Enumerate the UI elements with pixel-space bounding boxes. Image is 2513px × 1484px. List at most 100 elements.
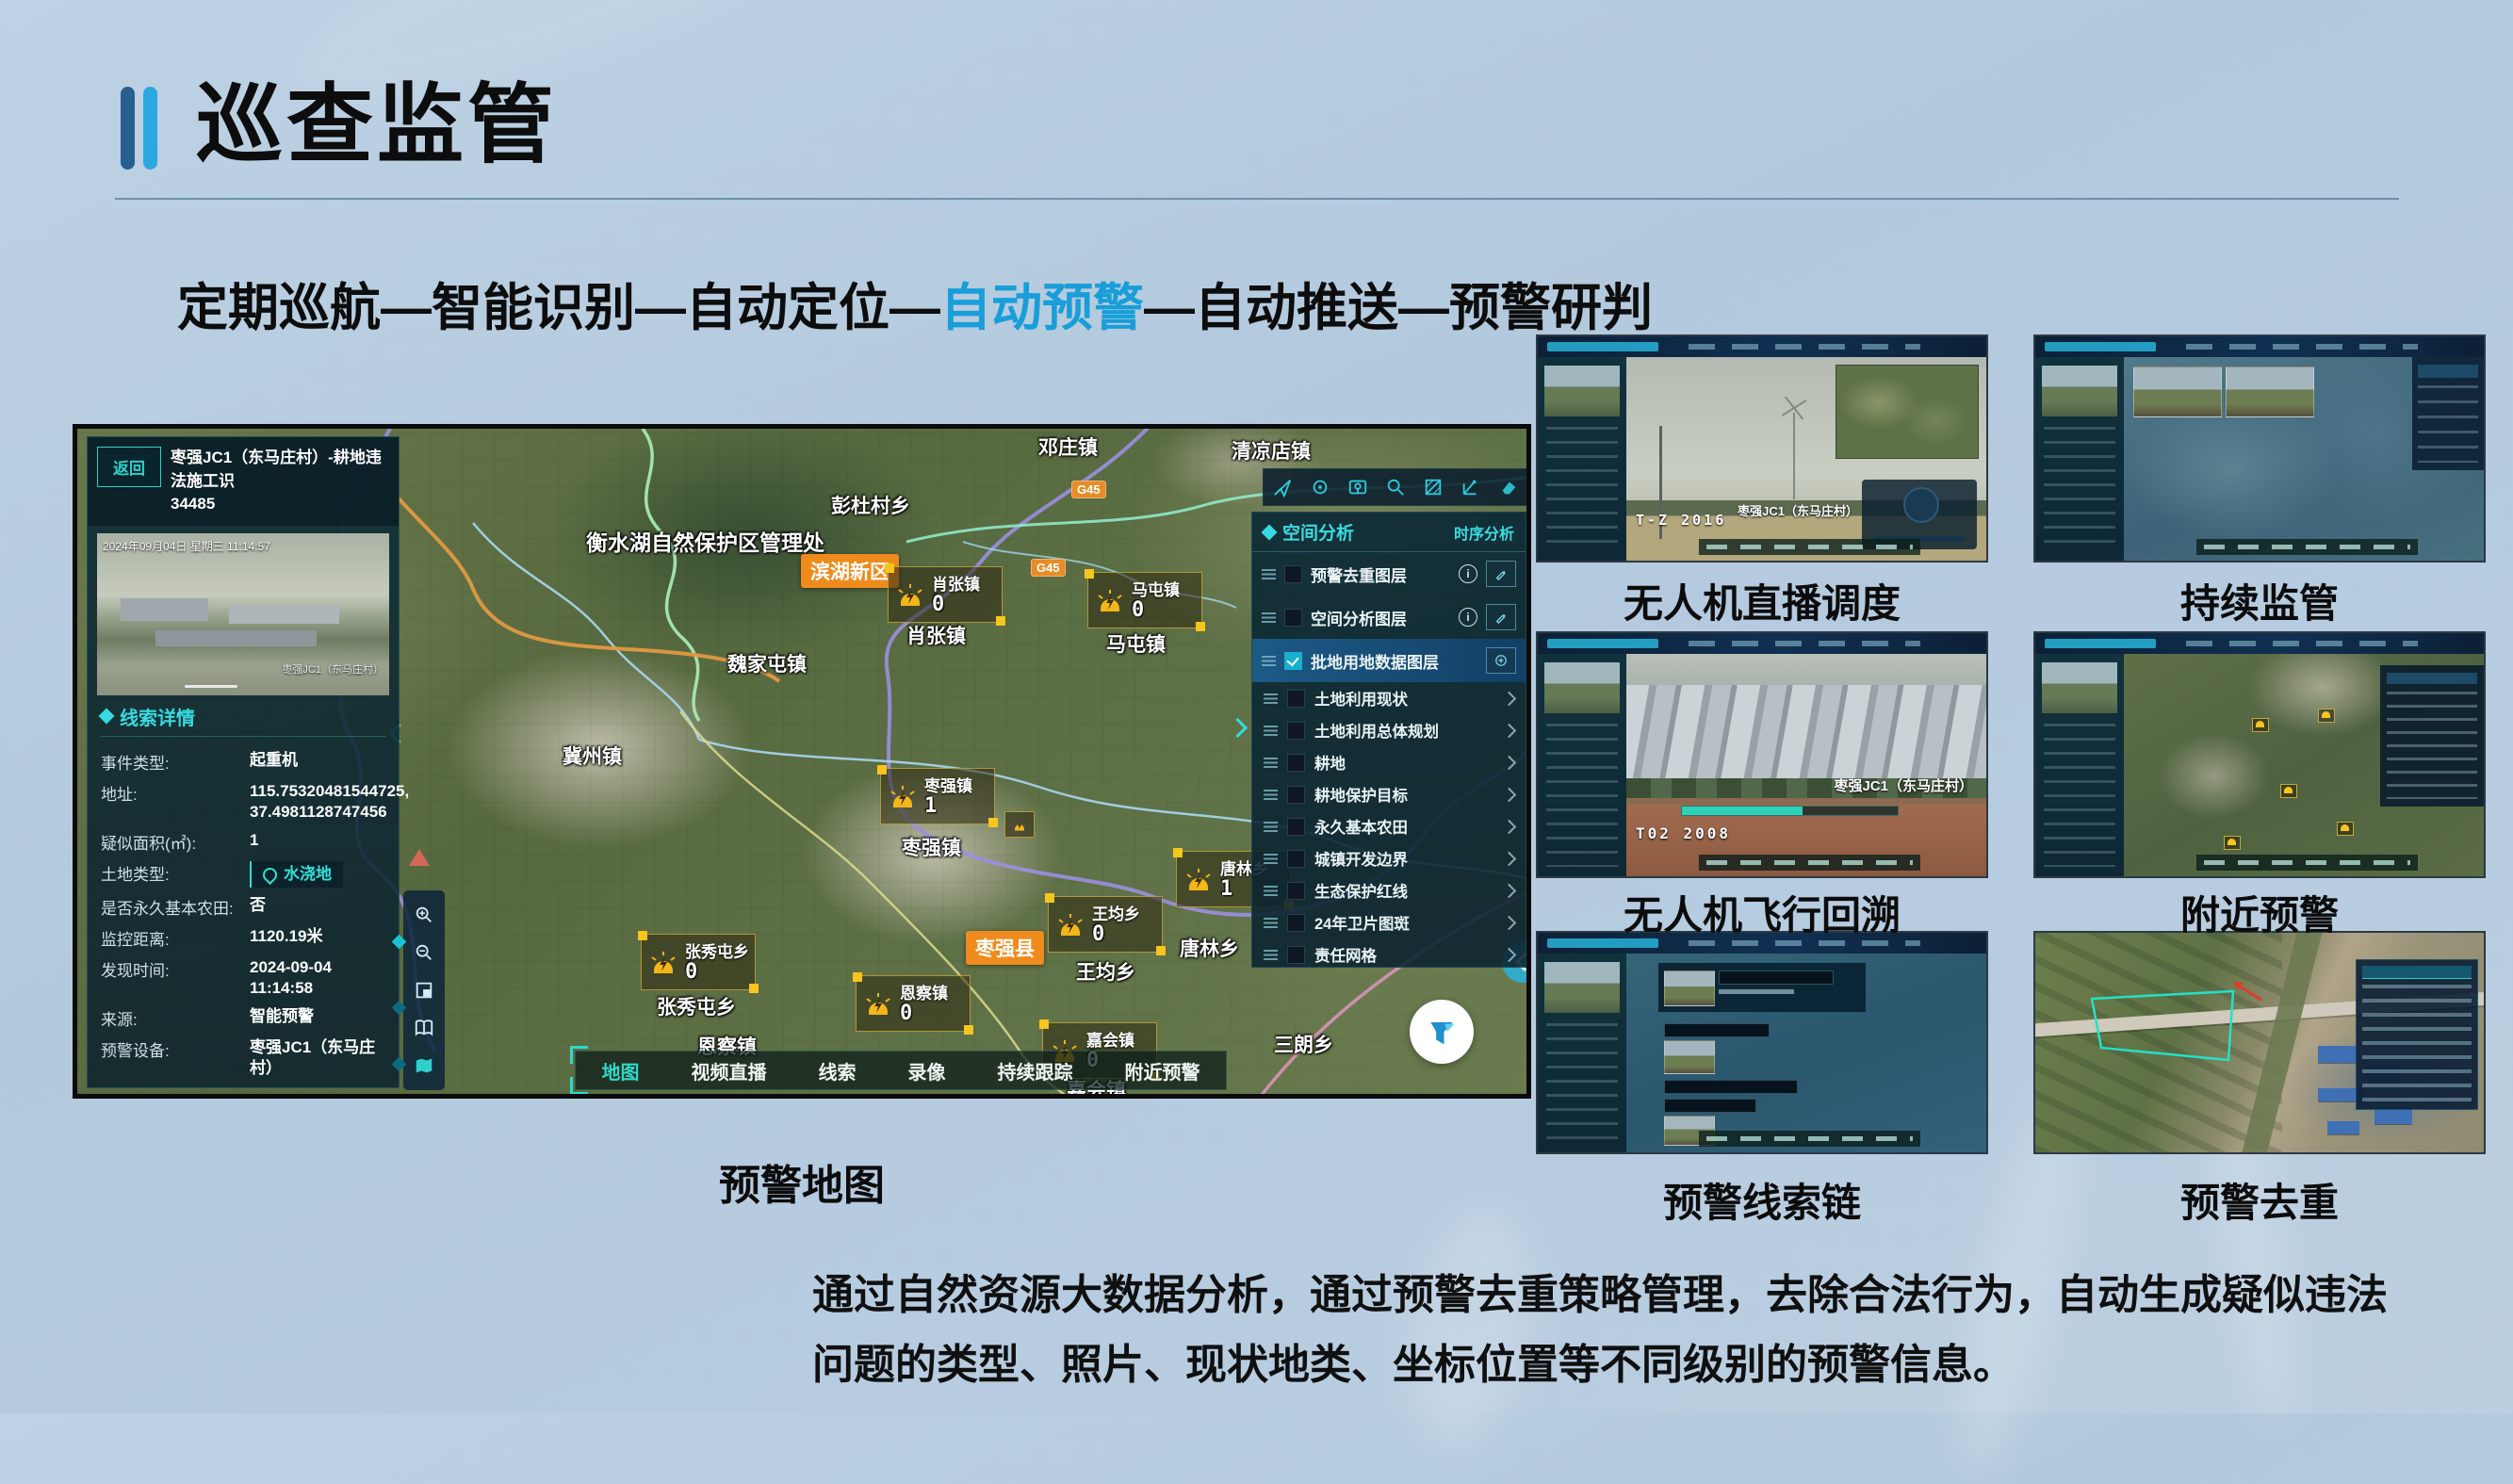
tab-tracking[interactable]: 持续跟踪 (998, 1057, 1073, 1084)
warning-marker-wangjun[interactable]: 王均乡 0 (1048, 896, 1163, 953)
area-measure-icon[interactable] (1423, 477, 1444, 497)
atlas-book-icon[interactable] (414, 1018, 434, 1038)
overview-window-icon[interactable] (414, 980, 434, 1001)
chevron-right-icon (1502, 755, 1517, 770)
clue-video-thumbnail[interactable]: 2024年09月04日 星期三 11:14:57 枣强JC1（东马庄村） (97, 533, 389, 695)
layer-item[interactable]: 土地利用总体规划 (1252, 714, 1526, 746)
layer-checkbox[interactable] (1284, 609, 1302, 627)
marker-warning-count: 0 (900, 1003, 970, 1024)
distance-measure-icon[interactable] (1460, 477, 1481, 497)
layer-item[interactable]: 24年卫片图斑 (1252, 906, 1526, 938)
layer-checkbox[interactable] (1287, 818, 1305, 836)
mini-warning-marker (2337, 822, 2354, 836)
field-row: 疑似面积(㎡):1 (101, 830, 385, 854)
clue-entry-label (1664, 1099, 1756, 1113)
thumbnail-flight-playback[interactable]: 枣强JC1（东马庄村） T02 2008 (1538, 633, 1986, 876)
layer-checkbox[interactable] (1284, 565, 1302, 583)
tab-clues[interactable]: 线索 (819, 1057, 857, 1084)
warning-marker-zaoqiang[interactable]: 枣强镇 1 (880, 768, 995, 824)
warning-marker-matun[interactable]: 马屯镇 0 (1087, 572, 1202, 628)
field-row: 预警设备:枣强JC1（东马庄村） (101, 1037, 385, 1079)
tab-live-video[interactable]: 视频直播 (692, 1057, 767, 1084)
warning-marker-mini[interactable] (1004, 811, 1035, 838)
video-building (229, 605, 340, 625)
back-button[interactable]: 返回 (97, 447, 161, 487)
layer-checkbox[interactable] (1287, 690, 1305, 708)
slide-description: 通过自然资源大数据分析，通过预警去重策略管理，去除合法行为，自动生成疑似违法 问… (812, 1261, 2433, 1400)
search-icon[interactable] (1385, 477, 1406, 497)
tab-nearby-warnings[interactable]: 附近预警 (1125, 1057, 1200, 1084)
edit-layer-button[interactable] (1486, 604, 1516, 630)
thumb-tabbar (1699, 539, 1920, 555)
layer-item[interactable]: 耕地 (1252, 746, 1526, 778)
thumbnail-nearby-warnings[interactable] (2035, 633, 2484, 876)
tab-recordings[interactable]: 录像 (908, 1057, 946, 1084)
thumb-caption: 预警去重 (2035, 1171, 2484, 1229)
mini-warning-marker (2252, 718, 2269, 732)
layer-row-landuse-data[interactable]: 批地用地数据图层 (1252, 639, 1526, 682)
info-icon[interactable]: i (1459, 608, 1477, 627)
layer-checkbox[interactable] (1287, 882, 1305, 900)
eraser-icon[interactable] (1498, 477, 1519, 497)
target-icon[interactable] (1310, 477, 1330, 497)
nav-items (2186, 344, 2418, 350)
clue-title: 枣强JC1（东马庄村）-耕地违法施工识 34485 (171, 447, 389, 516)
field-row: 监控距离:1120.19米 (101, 926, 385, 950)
thumbnail-warning-dedup[interactable] (2035, 933, 2484, 1152)
layer-item[interactable]: 城镇开发边界 (1252, 842, 1526, 874)
thumb-info-panel (1538, 654, 1626, 876)
thumb-tabbar (2196, 539, 2418, 555)
thumb-topbar (1538, 336, 1986, 357)
layer-checkbox[interactable] (1287, 786, 1305, 804)
spatial-analysis-panel: 空间分析 时序分析 预警去重图层 i 空间分析图层 i 批地用地数据图层 土地利… (1251, 512, 1526, 968)
tab-map[interactable]: 地图 (602, 1057, 640, 1084)
snapshot-photo[interactable] (2133, 367, 2222, 417)
nav-items (2186, 641, 2418, 646)
osd-timestamp: T02 2008 (1636, 824, 1731, 842)
map-label: 清凉店镇 (1232, 436, 1311, 465)
tab-temporal-analysis[interactable]: 时序分析 (1454, 521, 1514, 544)
edit-layer-button[interactable] (1486, 561, 1516, 587)
video-timestamp: 2024年09月04日 星期三 11:14:57 (103, 538, 270, 554)
drone-position-icon[interactable] (409, 849, 430, 866)
warning-marker-zhangxiutun[interactable]: 张秀屯乡 0 (641, 934, 756, 990)
layer-item[interactable]: 责任网格 (1252, 938, 1526, 970)
layer-row-spatial[interactable]: 空间分析图层 i (1252, 595, 1526, 639)
thumbnail-clue-chain[interactable] (1538, 933, 1986, 1152)
layer-checkbox[interactable] (1287, 754, 1305, 772)
chevron-right-icon (1502, 819, 1517, 834)
panel-header: 返回 枣强JC1（东马庄村）-耕地违法施工识 34485 (88, 437, 399, 526)
video-progress[interactable] (185, 685, 237, 688)
field-row: 发现时间:2024-09-04 11:14:58 (101, 957, 385, 999)
chevron-right-icon (1502, 915, 1517, 930)
layer-checkbox[interactable] (1287, 914, 1305, 932)
layer-checkbox[interactable] (1287, 946, 1305, 964)
warning-marker-encha[interactable]: 恩察镇 0 (856, 975, 971, 1032)
layer-checkbox[interactable] (1287, 722, 1305, 740)
zoom-in-icon[interactable] (414, 905, 434, 925)
map-layers-icon[interactable] (1347, 477, 1368, 497)
playback-progress[interactable] (1681, 806, 1898, 816)
map-toolbar (1263, 468, 1528, 506)
layer-item[interactable]: 土地利用现状 (1252, 682, 1526, 714)
map-label: 三朗乡 (1274, 1030, 1333, 1058)
thumbnail-continuous-supervision[interactable] (2035, 336, 2484, 561)
tab-spatial-analysis[interactable]: 空间分析 (1264, 519, 1354, 545)
layer-item[interactable]: 耕地保护目标 (1252, 778, 1526, 810)
layer-row-dedup[interactable]: 预警去重图层 i (1252, 552, 1526, 595)
locate-arrow-icon[interactable] (1272, 477, 1293, 497)
add-layer-button[interactable] (1486, 647, 1516, 674)
field-row: 土地类型:水浇地 (101, 861, 385, 888)
thumbnail-drone-live[interactable]: 枣强JC1（东马庄村） T-Z 2016 (1538, 336, 1986, 561)
chevron-right-icon (1502, 691, 1517, 706)
zoom-out-icon[interactable] (414, 942, 434, 963)
layer-checkbox-checked[interactable] (1284, 652, 1302, 670)
mini-warning-marker (2318, 709, 2335, 723)
layer-item[interactable]: 生态保护红线 (1252, 874, 1526, 906)
basemap-switch-icon[interactable] (414, 1055, 434, 1076)
warning-marker-xiaozhang[interactable]: 肖张镇 0 (888, 566, 1003, 623)
info-icon[interactable]: i (1459, 564, 1477, 583)
layer-checkbox[interactable] (1287, 850, 1305, 868)
snapshot-photo[interactable] (2226, 367, 2314, 417)
layer-item[interactable]: 永久基本农田 (1252, 810, 1526, 842)
